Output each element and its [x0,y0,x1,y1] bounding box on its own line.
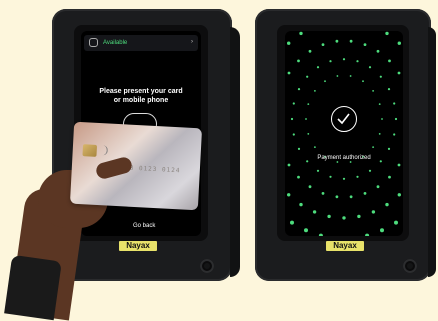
dot [365,233,370,236]
dot [388,59,391,63]
dot [349,195,353,199]
dot [299,202,303,207]
dot [324,80,326,83]
dot [329,175,332,178]
dot [393,133,396,136]
dot [387,147,391,150]
dot [318,233,323,236]
payment-authorized-text: Payment authorized [317,155,371,161]
dot [299,31,303,36]
dot [297,175,300,179]
dot [304,228,308,233]
dot [290,220,294,225]
nayax-logo: Nayax [119,241,157,251]
dot [297,88,301,91]
dot [372,146,374,148]
dot [393,102,396,105]
dot [349,39,353,43]
dot [363,192,367,195]
dot [287,71,291,75]
dot [342,216,346,220]
payment-card: 5678 0123 0124 [69,121,203,211]
dot [287,41,291,45]
dot [385,202,389,207]
dot [327,214,331,219]
right-knob [403,259,417,273]
terminal-icon [89,38,98,47]
dot [349,75,352,77]
status-bar[interactable]: Available › [84,35,198,51]
dot [371,210,376,214]
dot [316,66,320,69]
dot [312,210,317,214]
dot [362,80,364,83]
right-terminal: Payment authorized Nayax [255,9,436,281]
dot [356,175,359,178]
dot [308,49,312,53]
dot [287,193,291,197]
dot [394,117,398,121]
dot-ring-pattern [287,31,401,236]
dot [336,161,339,163]
dot [290,117,294,121]
dot [397,41,401,45]
check-circle-icon [331,106,357,132]
dot [394,220,398,225]
sleeve [4,254,62,321]
dot [329,60,332,63]
dot [368,169,372,172]
dot [335,39,339,43]
card-chip [82,144,98,157]
dot [387,88,391,91]
left-terminal-side [230,27,240,277]
dot [292,133,295,136]
dot [376,185,380,189]
dot [363,43,367,46]
dot [379,75,382,78]
dot [308,185,312,189]
dot [372,90,374,92]
dot [314,90,316,92]
dot [397,193,401,197]
dot [378,133,381,135]
check-icon [337,113,350,125]
dot [349,161,352,163]
dot [307,133,310,135]
status-label: Available [103,40,128,46]
go-back-button[interactable]: Go back [133,223,155,229]
dot [385,31,389,36]
dot [321,192,325,195]
dot [388,175,391,179]
dot [297,147,301,150]
dot [305,118,307,120]
dot [314,146,316,148]
dot [321,43,325,46]
dot [397,71,401,75]
dot [380,228,384,233]
dot [307,103,310,105]
dot [316,169,320,172]
dot [357,214,361,219]
dot [342,177,346,180]
nayax-logo: Nayax [326,241,364,251]
dot [297,59,300,63]
dot [292,102,295,105]
dot [287,163,291,167]
dot [356,60,359,63]
right-terminal-side [428,27,436,277]
dot [397,163,401,167]
dot [306,75,309,78]
right-screen: Payment authorized [285,31,403,236]
dot [335,195,339,199]
dot [342,58,346,61]
left-knob [200,259,214,273]
dot [376,49,380,53]
dot [368,66,372,69]
dot [381,118,383,120]
dot [336,75,339,77]
chevron-right-icon: › [191,39,193,45]
dot [378,103,381,105]
present-card-prompt: Please present your card or mobile phone [99,88,183,104]
contactless-card-icon [100,145,109,156]
